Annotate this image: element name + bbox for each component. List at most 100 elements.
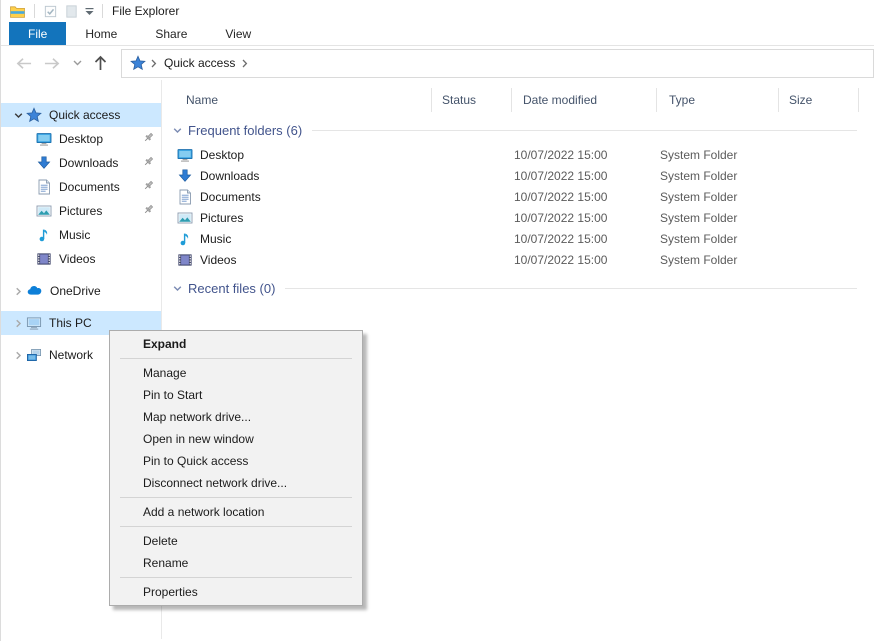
column-header-status[interactable]: Status: [432, 88, 512, 112]
sidebar-item-downloads[interactable]: Downloads: [1, 151, 161, 175]
breadcrumb-chevron-icon[interactable]: [150, 59, 158, 68]
sidebar-item-label: Desktop: [59, 132, 103, 146]
group-header-recent-files[interactable]: Recent files (0): [172, 281, 857, 296]
menu-item-map-network-drive[interactable]: Map network drive...: [110, 406, 362, 428]
pin-icon: [142, 179, 155, 192]
documents-icon: [177, 189, 193, 205]
up-icon[interactable]: [88, 55, 113, 71]
file-name-label: Music: [200, 232, 231, 246]
pin-icon: [142, 203, 155, 216]
file-date-cell: 10/07/2022 15:00: [503, 190, 648, 204]
sidebar-item-desktop[interactable]: Desktop: [1, 127, 161, 151]
onedrive-icon: [26, 283, 43, 299]
chevron-right-icon[interactable]: [10, 350, 26, 361]
file-name-cell: Documents: [162, 189, 423, 205]
pictures-icon: [36, 203, 52, 219]
title-bar: File Explorer: [1, 0, 874, 22]
recent-locations-caret-icon[interactable]: [67, 60, 88, 66]
network-icon: [26, 347, 42, 363]
chevron-down-icon[interactable]: [172, 283, 183, 294]
tab-share[interactable]: Share: [136, 22, 206, 45]
forward-icon[interactable]: [38, 57, 67, 70]
sidebar-item-label: Videos: [59, 252, 95, 266]
file-row-downloads[interactable]: Downloads10/07/2022 15:00System Folder: [162, 165, 874, 186]
file-date-cell: 10/07/2022 15:00: [503, 211, 648, 225]
sidebar-item-documents[interactable]: Documents: [1, 175, 161, 199]
file-date-cell: 10/07/2022 15:00: [503, 253, 648, 267]
file-name-label: Desktop: [200, 148, 244, 162]
file-row-videos[interactable]: Videos10/07/2022 15:00System Folder: [162, 249, 874, 270]
qat-separator: [34, 4, 35, 18]
breadcrumb[interactable]: Quick access: [162, 56, 237, 70]
sidebar-item-music[interactable]: Music: [1, 223, 161, 247]
file-row-desktop[interactable]: Desktop10/07/2022 15:00System Folder: [162, 144, 874, 165]
groups-container: Frequent folders (6) Desktop 10/07/2022 15…: [162, 123, 874, 296]
file-date-cell: 10/07/2022 15:00: [503, 169, 648, 183]
new-item-sheet-icon[interactable]: [61, 3, 82, 20]
file-name-cell: Pictures: [162, 210, 423, 226]
group-label: Frequent folders (6): [188, 123, 302, 138]
column-header-type[interactable]: Type: [657, 88, 779, 112]
properties-check-icon[interactable]: [40, 3, 61, 20]
tab-home[interactable]: Home: [66, 22, 136, 45]
group-rule: [285, 288, 857, 289]
file-row-music[interactable]: Music 10/07/2022 15:00System Folder: [162, 228, 874, 249]
address-input[interactable]: Quick access: [121, 49, 874, 78]
file-rows: Desktop10/07/2022 15:00System FolderDown…: [162, 144, 874, 270]
file-name-cell: Music: [162, 231, 423, 247]
menu-item-pin-to-quick-access[interactable]: Pin to Quick access: [110, 450, 362, 472]
chevron-right-icon[interactable]: [10, 286, 26, 297]
desktop-icon: [177, 147, 193, 163]
menu-item-delete[interactable]: Delete: [110, 530, 362, 552]
back-icon[interactable]: [9, 57, 38, 70]
tab-view[interactable]: View: [206, 22, 270, 45]
column-header-size[interactable]: Size: [779, 88, 859, 112]
chevron-right-icon[interactable]: [10, 318, 26, 329]
menu-item-pin-to-start[interactable]: Pin to Start: [110, 384, 362, 406]
menu-item-properties[interactable]: Properties: [110, 581, 362, 603]
quick-access-star-icon: [26, 107, 42, 123]
file-date-cell: 10/07/2022 15:00: [503, 148, 648, 162]
group-header-frequent-folders[interactable]: Frequent folders (6): [172, 123, 857, 138]
file-type-cell: System Folder: [648, 211, 770, 225]
qat-separator: [102, 4, 103, 18]
music-icon: [177, 231, 193, 247]
pin-icon: [142, 155, 155, 168]
breadcrumb-chevron-icon[interactable]: [241, 59, 249, 68]
file-date-cell: 10/07/2022 15:00: [503, 232, 648, 246]
context-menu: Expand ManagePin to StartMap network driv…: [109, 330, 363, 606]
menu-item-open-in-new-window[interactable]: Open in new window: [110, 428, 362, 450]
customize-caret-icon[interactable]: [82, 7, 97, 16]
sidebar-item-onedrive[interactable]: OneDrive: [1, 279, 161, 303]
group-rule: [312, 130, 857, 131]
sidebar-item-label: Quick access: [49, 108, 120, 122]
explorer-logo-icon[interactable]: [6, 3, 29, 20]
file-row-documents[interactable]: Documents 10/07/2022 15:00System Folder: [162, 186, 874, 207]
menu-item-disconnect-network-drive[interactable]: Disconnect network drive...: [110, 472, 362, 494]
file-type-cell: System Folder: [648, 232, 770, 246]
chevron-down-icon[interactable]: [10, 110, 26, 121]
sidebar-item-label: Network: [49, 348, 93, 362]
file-name-label: Documents: [200, 190, 261, 204]
this-pc-icon: [26, 315, 42, 331]
sidebar-gap: [1, 303, 161, 311]
menu-item-rename[interactable]: Rename: [110, 552, 362, 574]
menu-separator: [120, 497, 352, 498]
sidebar-item-label: OneDrive: [50, 284, 101, 298]
menu-separator: [120, 577, 352, 578]
column-header-date-modified[interactable]: Date modified: [512, 88, 657, 112]
file-type-cell: System Folder: [648, 169, 770, 183]
column-header-name[interactable]: Name: [171, 88, 432, 112]
downloads-icon: [177, 168, 193, 184]
menu-item-manage[interactable]: Manage: [110, 362, 362, 384]
sidebar-item-quick-access[interactable]: Quick access: [1, 103, 161, 127]
chevron-down-icon[interactable]: [172, 125, 183, 136]
menu-item-expand[interactable]: Expand: [110, 333, 362, 355]
tab-file[interactable]: File: [9, 22, 66, 45]
pin-icon: [142, 131, 155, 144]
file-type-cell: System Folder: [648, 190, 770, 204]
menu-item-add-a-network-location[interactable]: Add a network location: [110, 501, 362, 523]
sidebar-item-videos[interactable]: Videos: [1, 247, 161, 271]
sidebar-item-pictures[interactable]: Pictures: [1, 199, 161, 223]
file-row-pictures[interactable]: Pictures 10/07/2022 15:00System Folder: [162, 207, 874, 228]
